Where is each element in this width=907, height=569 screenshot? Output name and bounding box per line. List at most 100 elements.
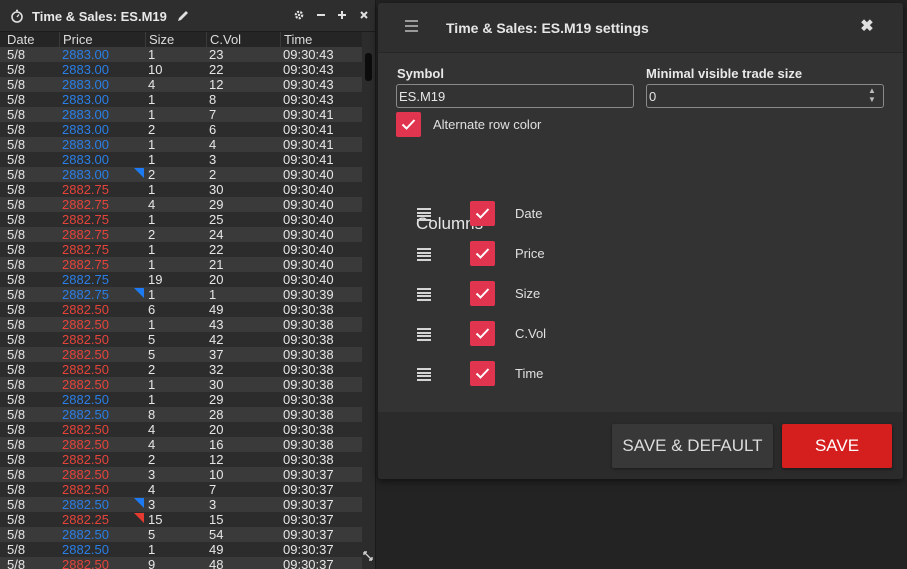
resize-icon[interactable] <box>362 550 375 564</box>
save-button[interactable]: SAVE <box>782 424 892 468</box>
panel-header: Time & Sales: ES.M19 <box>0 0 375 32</box>
row-time: 09:30:37 <box>283 542 334 557</box>
table-row[interactable]: 5/8 2882.50 9 48 09:30:37 <box>0 557 362 569</box>
maximize-icon[interactable] <box>335 9 349 23</box>
table-row[interactable]: 5/8 2883.00 1 7 09:30:41 <box>0 107 362 122</box>
row-price: 2882.75 <box>62 197 109 212</box>
row-cvol: 28 <box>209 407 224 422</box>
alternate-row-color-checkbox[interactable] <box>396 112 421 137</box>
row-time: 09:30:40 <box>283 182 334 197</box>
row-price: 2882.75 <box>62 212 109 227</box>
table-row[interactable]: 5/8 2882.75 2 24 09:30:40 <box>0 227 362 242</box>
min-trade-size-input[interactable] <box>646 84 884 108</box>
row-size: 1 <box>148 242 156 257</box>
table-row[interactable]: 5/8 2883.00 1 23 09:30:43 <box>0 47 362 62</box>
table-row[interactable]: 5/8 2882.50 1 29 09:30:38 <box>0 392 362 407</box>
row-date: 5/8 <box>7 122 26 137</box>
row-date: 5/8 <box>7 62 26 77</box>
row-size: 5 <box>148 332 156 347</box>
table-row[interactable]: 5/8 2882.50 5 54 09:30:37 <box>0 527 362 542</box>
trades-table-body: 5/8 2883.00 1 23 09:30:43 5/8 2883.00 10 22 09:30… <box>0 47 362 569</box>
table-row[interactable]: 5/8 2882.75 4 29 09:30:40 <box>0 197 362 212</box>
drag-handle-icon[interactable] <box>417 368 431 381</box>
column-checkbox[interactable] <box>470 281 495 306</box>
table-row[interactable]: 5/8 2883.00 1 8 09:30:43 <box>0 92 362 107</box>
column-checkbox[interactable] <box>470 321 495 346</box>
table-row[interactable]: 5/8 2882.50 5 42 09:30:38 <box>0 332 362 347</box>
scrollbar-thumb[interactable] <box>365 53 372 81</box>
table-row[interactable]: 5/8 2882.75 1 21 09:30:40 <box>0 257 362 272</box>
table-row[interactable]: 5/8 2882.50 4 20 09:30:38 <box>0 422 362 437</box>
column-header-price[interactable]: Price <box>59 32 145 47</box>
table-row[interactable]: 5/8 2883.00 2 6 09:30:41 <box>0 122 362 137</box>
column-checkbox[interactable] <box>470 201 495 226</box>
table-row[interactable]: 5/8 2882.50 3 10 09:30:37 <box>0 467 362 482</box>
table-row[interactable]: 5/8 2882.50 1 43 09:30:38 <box>0 317 362 332</box>
menu-icon[interactable] <box>405 20 419 34</box>
table-row[interactable]: 5/8 2882.50 5 37 09:30:38 <box>0 347 362 362</box>
table-row[interactable]: 5/8 2882.50 2 12 09:30:38 <box>0 452 362 467</box>
close-icon[interactable] <box>357 9 371 23</box>
row-cvol: 30 <box>209 182 224 197</box>
row-date: 5/8 <box>7 242 26 257</box>
drag-handle-icon[interactable] <box>417 328 431 341</box>
row-price: 2882.75 <box>62 287 109 302</box>
save-and-default-button[interactable]: SAVE & DEFAULT <box>612 424 773 468</box>
table-row[interactable]: 5/8 2882.50 8 28 09:30:38 <box>0 407 362 422</box>
table-row[interactable]: 5/8 2882.75 1 25 09:30:40 <box>0 212 362 227</box>
column-header-date[interactable]: Date <box>0 32 59 47</box>
row-size: 9 <box>148 557 156 569</box>
table-row[interactable]: 5/8 2883.00 4 12 09:30:43 <box>0 77 362 92</box>
table-row[interactable]: 5/8 2882.75 1 30 09:30:40 <box>0 182 362 197</box>
table-row[interactable]: 5/8 2883.00 1 3 09:30:41 <box>0 152 362 167</box>
column-option-label: Size <box>515 286 541 301</box>
minimize-icon[interactable] <box>314 9 328 23</box>
table-row[interactable]: 5/8 2883.00 2 2 09:30:40 <box>0 167 362 182</box>
table-row[interactable]: 5/8 2882.50 4 16 09:30:38 <box>0 437 362 452</box>
table-row[interactable]: 5/8 2883.00 10 22 09:30:43 <box>0 62 362 77</box>
table-row[interactable]: 5/8 2882.75 1 22 09:30:40 <box>0 242 362 257</box>
row-date: 5/8 <box>7 362 26 377</box>
column-header-time[interactable]: Time <box>280 32 362 47</box>
row-price: 2883.00 <box>62 62 109 77</box>
row-cvol: 54 <box>209 527 224 542</box>
table-row[interactable]: 5/8 2882.50 3 3 09:30:37 <box>0 497 362 512</box>
row-date: 5/8 <box>7 47 26 62</box>
row-time: 09:30:40 <box>283 167 334 182</box>
scrollbar[interactable] <box>362 47 375 569</box>
gear-icon[interactable] <box>292 9 306 23</box>
table-row[interactable]: 5/8 2882.50 4 7 09:30:37 <box>0 482 362 497</box>
table-row[interactable]: 5/8 2883.00 1 4 09:30:41 <box>0 137 362 152</box>
symbol-input[interactable] <box>396 84 634 108</box>
pencil-icon[interactable] <box>176 9 190 23</box>
row-size: 10 <box>148 62 163 77</box>
trade-flag-icon <box>134 288 144 298</box>
row-time: 09:30:41 <box>283 152 334 167</box>
row-date: 5/8 <box>7 542 26 557</box>
table-row[interactable]: 5/8 2882.50 1 49 09:30:37 <box>0 542 362 557</box>
spinner-arrows-icon[interactable]: ▲ ▼ <box>867 86 877 106</box>
close-icon[interactable]: ✖ <box>859 18 875 36</box>
column-checkbox[interactable] <box>470 241 495 266</box>
row-date: 5/8 <box>7 107 26 122</box>
column-header-cvol[interactable]: C.Vol <box>206 32 280 47</box>
table-row[interactable]: 5/8 2882.75 19 20 09:30:40 <box>0 272 362 287</box>
row-time: 09:30:43 <box>283 92 334 107</box>
row-cvol: 3 <box>209 152 217 167</box>
row-time: 09:30:40 <box>283 257 334 272</box>
row-cvol: 7 <box>209 482 217 497</box>
table-row[interactable]: 5/8 2882.50 1 30 09:30:38 <box>0 377 362 392</box>
row-time: 09:30:38 <box>283 332 334 347</box>
table-row[interactable]: 5/8 2882.25 15 15 09:30:37 <box>0 512 362 527</box>
row-time: 09:30:38 <box>283 392 334 407</box>
row-time: 09:30:37 <box>283 467 334 482</box>
column-header-size[interactable]: Size <box>145 32 206 47</box>
table-row[interactable]: 5/8 2882.75 1 1 09:30:39 <box>0 287 362 302</box>
drag-handle-icon[interactable] <box>417 208 431 221</box>
drag-handle-icon[interactable] <box>417 288 431 301</box>
table-row[interactable]: 5/8 2882.50 6 49 09:30:38 <box>0 302 362 317</box>
column-checkbox[interactable] <box>470 361 495 386</box>
drag-handle-icon[interactable] <box>417 248 431 261</box>
table-row[interactable]: 5/8 2882.50 2 32 09:30:38 <box>0 362 362 377</box>
row-time: 09:30:37 <box>283 497 334 512</box>
